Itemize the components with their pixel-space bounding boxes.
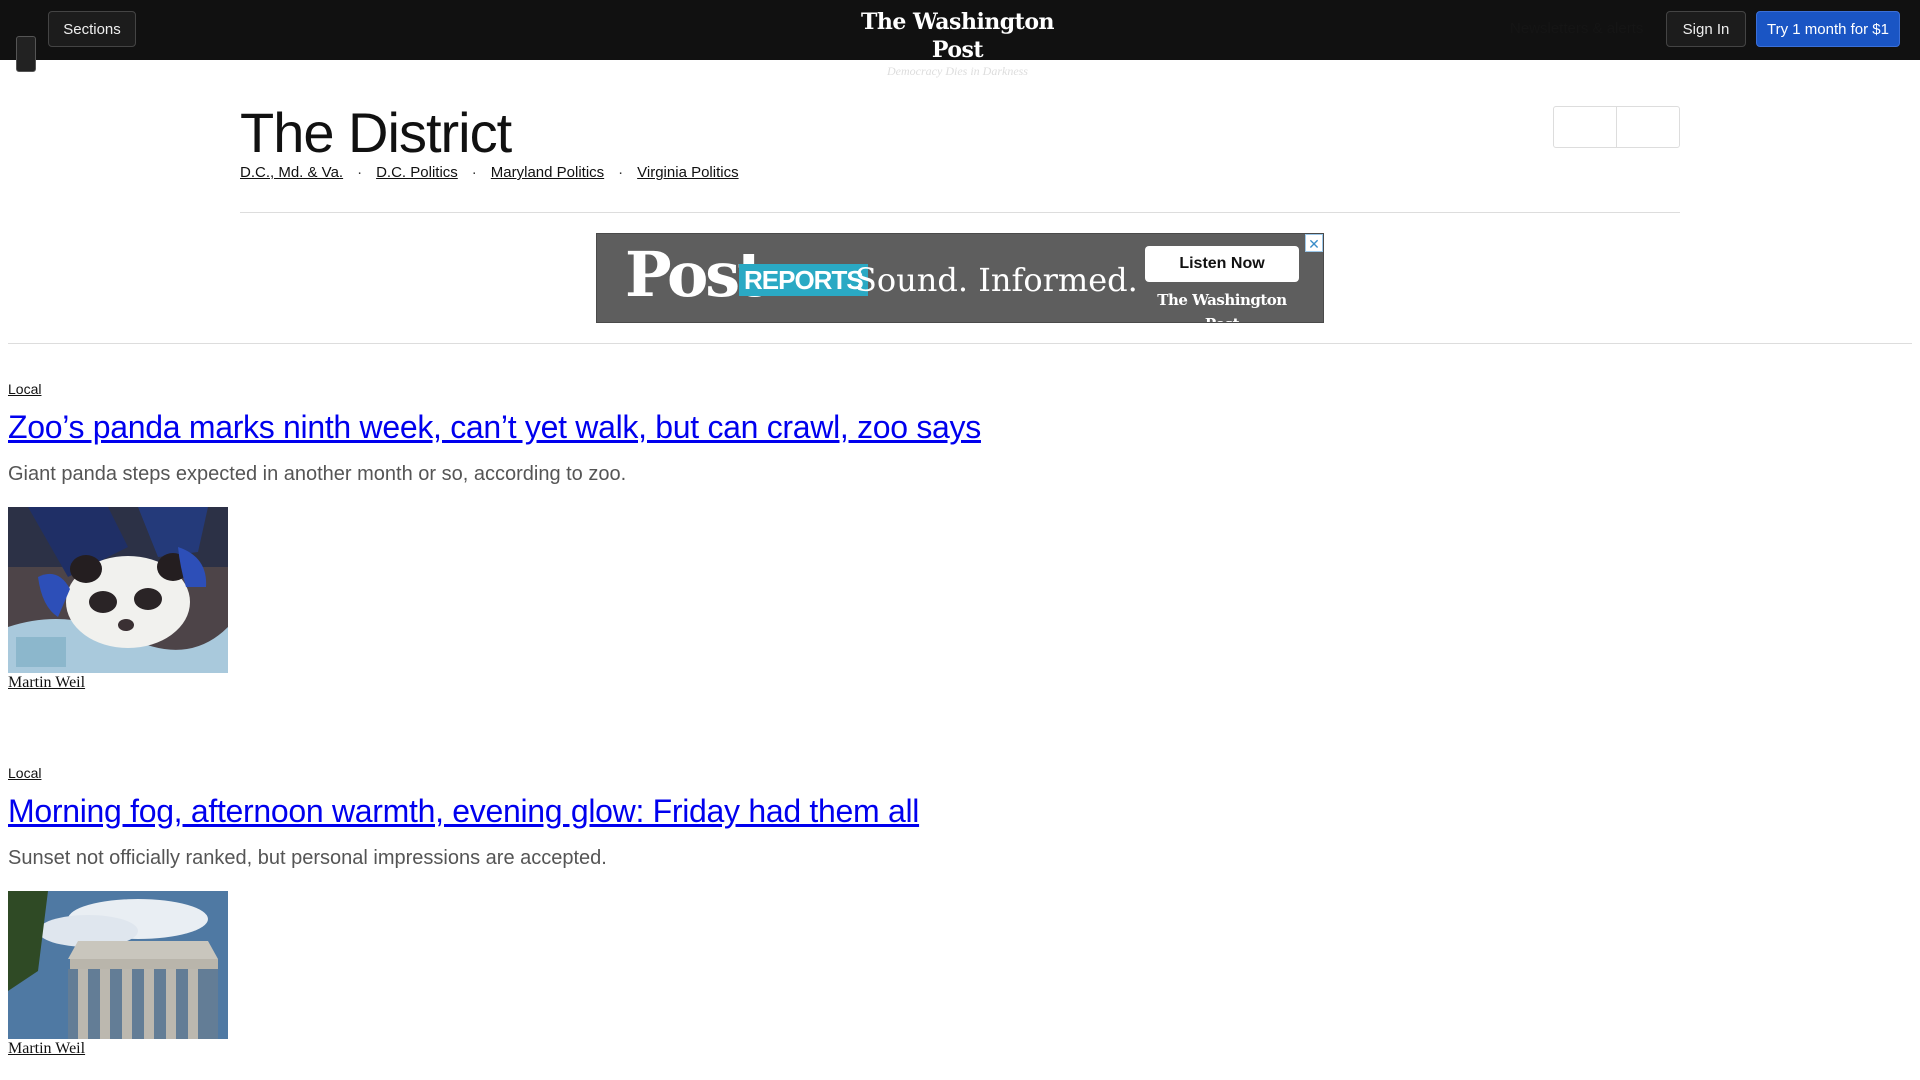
subnav-link-maryland-politics[interactable]: Maryland Politics: [491, 164, 604, 181]
subnav-separator: ·: [471, 164, 477, 181]
section-subnav: D.C., Md. & Va. · D.C. Politics · Maryla…: [240, 164, 739, 181]
header-divider: [240, 212, 1680, 213]
sign-in-button[interactable]: Sign In: [1666, 11, 1746, 47]
site-logo[interactable]: The Washington Post Democracy Dies in Da…: [840, 8, 1075, 78]
article-byline[interactable]: Martin Weil: [8, 673, 1308, 693]
side-panel-handle[interactable]: [16, 36, 36, 72]
share-button-right[interactable]: [1616, 107, 1679, 147]
article-card: Local Morning fog, afternoon warmth, eve…: [8, 764, 1308, 1059]
article-headline[interactable]: Zoo’s panda marks ninth week, can’t yet …: [8, 407, 1308, 447]
ad-divider: [8, 343, 1912, 344]
top-nav-bar: Sections The Washington Post Democracy D…: [0, 0, 1920, 78]
subscribe-button[interactable]: Try 1 month for $1: [1756, 11, 1900, 47]
ad-close-icon[interactable]: ✕: [1305, 234, 1323, 252]
ad-brand-name: The Washington Post: [1157, 291, 1287, 322]
subnav-link-dc-politics[interactable]: D.C. Politics: [376, 164, 458, 181]
article-blurb: Giant panda steps expected in another mo…: [8, 463, 627, 485]
article-kicker[interactable]: Local: [8, 380, 41, 398]
brand-name: The Washington Post: [860, 9, 1055, 63]
subnav-separator: ·: [618, 164, 624, 181]
ad-reports-badge: REPORTS: [739, 264, 868, 296]
article-card: Local Zoo’s panda marks ninth week, can’…: [8, 380, 1308, 693]
sections-button[interactable]: Sections: [48, 11, 136, 47]
subnav-link-virginia-politics[interactable]: Virginia Politics: [637, 164, 738, 181]
article-blurb: Sunset not officially ranked, but person…: [8, 847, 607, 869]
article-byline[interactable]: Martin Weil: [8, 1039, 1308, 1059]
article-thumbnail-building[interactable]: [8, 891, 228, 1039]
subnav-separator: ·: [357, 164, 363, 181]
ad-slogan: Sound. Informed.: [855, 261, 1138, 299]
page-title: The District: [240, 101, 512, 164]
article-headline[interactable]: Morning fog, afternoon warmth, evening g…: [8, 791, 1308, 831]
newsletters-link[interactable]: Newsletters & alerts: [1510, 20, 1643, 37]
ad-listen-now-button[interactable]: Listen Now: [1145, 246, 1299, 282]
share-button-group: [1553, 106, 1680, 148]
ad-banner[interactable]: Post REPORTS Sound. Informed. Listen Now…: [596, 233, 1324, 323]
subnav-link-dc-md-va[interactable]: D.C., Md. & Va.: [240, 164, 343, 181]
brand-tagline: Democracy Dies in Darkness: [887, 64, 1028, 78]
share-button-left[interactable]: [1554, 107, 1616, 147]
article-thumbnail-panda[interactable]: [8, 507, 228, 673]
article-kicker[interactable]: Local: [8, 764, 41, 782]
